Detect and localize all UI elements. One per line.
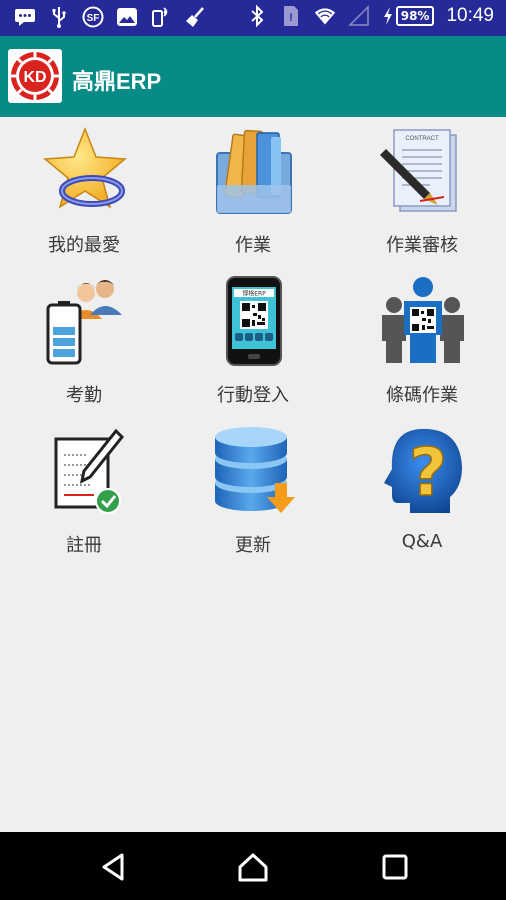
svg-text:博格ERP: 博格ERP bbox=[242, 290, 266, 298]
barcode-people-icon bbox=[382, 277, 464, 363]
signal-icon bbox=[347, 5, 370, 27]
question-head-icon: ? bbox=[384, 428, 462, 513]
menu-item-update[interactable]: 更新 bbox=[169, 425, 337, 565]
menu-item-label: 作業審核 bbox=[386, 235, 458, 256]
menu-item-label: 更新 bbox=[235, 535, 271, 556]
broom-icon bbox=[184, 6, 206, 28]
battery-indicator: 98% bbox=[382, 6, 435, 26]
svg-text:?: ? bbox=[409, 434, 447, 511]
svg-text:SF: SF bbox=[87, 13, 100, 24]
home-icon[interactable] bbox=[236, 850, 270, 884]
status-bar-left: SF bbox=[14, 6, 206, 28]
image-icon bbox=[116, 6, 138, 28]
menu-item-attendance[interactable]: 考勤 bbox=[0, 275, 168, 415]
database-update-icon bbox=[215, 427, 295, 513]
menu-item-operations[interactable]: 作業 bbox=[169, 125, 337, 265]
bluetooth-icon bbox=[246, 5, 268, 27]
status-bar-right: ! 98% 10:49 bbox=[246, 5, 494, 27]
menu-item-label: 考勤 bbox=[66, 385, 102, 406]
register-check-icon bbox=[54, 428, 125, 514]
charging-bolt-icon bbox=[383, 7, 392, 25]
folders-icon bbox=[216, 129, 292, 214]
svg-text:CONTRACT: CONTRACT bbox=[405, 136, 439, 142]
favorite-star-icon bbox=[43, 126, 127, 209]
menu-item-approval[interactable]: CONTRACT 作業審核 bbox=[338, 125, 506, 265]
menu-item-register[interactable]: 註冊 bbox=[0, 425, 168, 565]
menu-item-barcode[interactable]: 條碼作業 bbox=[338, 275, 506, 415]
menu-item-label: 註冊 bbox=[66, 535, 102, 556]
phone-qr-icon: 博格ERP bbox=[226, 276, 282, 366]
back-icon[interactable] bbox=[96, 850, 130, 884]
sf-icon: SF bbox=[82, 6, 104, 28]
svg-text:!: ! bbox=[289, 12, 293, 24]
recents-icon[interactable] bbox=[378, 850, 412, 884]
wifi-icon bbox=[314, 5, 336, 27]
navigation-bar bbox=[0, 832, 506, 900]
phone-icon bbox=[150, 6, 172, 28]
menu-item-label: 行動登入 bbox=[217, 385, 289, 406]
svg-text:KD: KD bbox=[23, 69, 46, 86]
menu-item-label: 條碼作業 bbox=[386, 385, 458, 406]
app-logo: KD bbox=[8, 49, 62, 103]
menu-item-label: 我的最愛 bbox=[48, 235, 120, 256]
sim-icon: ! bbox=[280, 5, 302, 27]
menu-item-label: Q&A bbox=[401, 531, 443, 552]
battery-level: 98% bbox=[395, 6, 435, 26]
menu-item-label: 作業 bbox=[235, 235, 271, 256]
clock: 10:49 bbox=[446, 5, 494, 26]
menu-item-mobile-login[interactable]: 博格ERP 行動登入 bbox=[169, 275, 337, 415]
menu-item-favorites[interactable]: 我的最愛 bbox=[0, 125, 168, 265]
app-bar: KD 高鼎ERP bbox=[0, 36, 506, 117]
status-bar: SF ! 98% 10:49 bbox=[0, 0, 506, 36]
chat-icon bbox=[14, 6, 36, 28]
contract-pen-icon: CONTRACT bbox=[380, 129, 457, 212]
menu-item-qa[interactable]: ? Q&A bbox=[338, 425, 506, 565]
app-title: 高鼎ERP bbox=[72, 69, 162, 94]
attendance-people-icon bbox=[46, 280, 122, 365]
usb-icon bbox=[48, 6, 70, 28]
